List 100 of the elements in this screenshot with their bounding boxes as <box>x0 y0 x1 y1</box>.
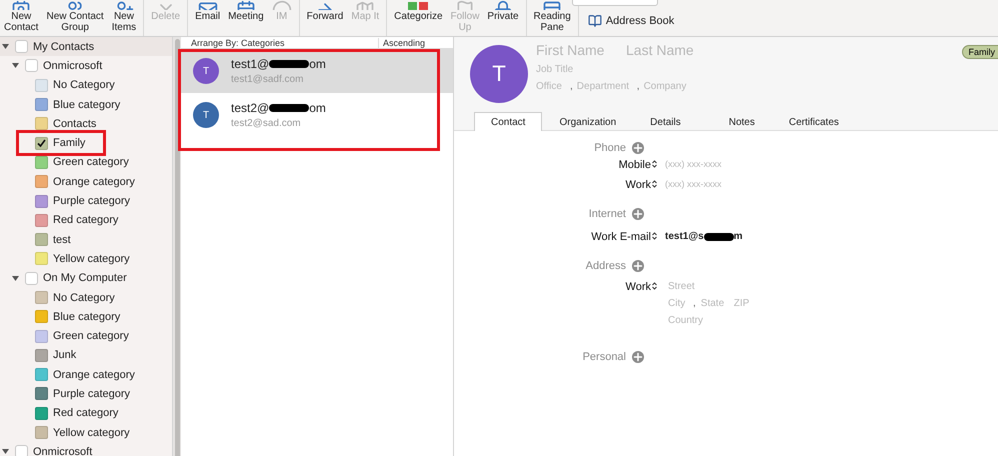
category-checkbox[interactable] <box>35 233 48 246</box>
section-title: Phone <box>594 142 627 154</box>
section-title: Internet <box>588 208 627 220</box>
zip-field[interactable]: ZIP <box>734 298 756 309</box>
category-label: Junk <box>53 349 76 362</box>
toolbar-button[interactable]: New Contact Group <box>42 0 108 36</box>
category-checkbox[interactable] <box>35 330 48 343</box>
add-icon[interactable] <box>632 260 644 272</box>
field-type-label[interactable]: Mobile <box>618 159 657 171</box>
phone-field[interactable]: (xxx) xxx-xxxx <box>665 159 755 169</box>
toolbar-button[interactable]: Private <box>483 0 523 36</box>
redaction-mark <box>269 104 310 112</box>
tab[interactable]: Details <box>633 112 698 131</box>
scrollbar-thumb[interactable] <box>174 39 180 456</box>
email-value: m <box>734 231 743 242</box>
toolbar-button[interactable]: Forward <box>302 0 348 36</box>
category-checkbox[interactable] <box>35 175 48 188</box>
avatar: T <box>470 45 528 103</box>
stepper-icon[interactable] <box>652 180 657 188</box>
tab[interactable]: Organization <box>542 112 634 131</box>
contact-name: om <box>309 101 326 115</box>
contact-email: test2@sad.com <box>231 118 302 129</box>
toolbar-button[interactable]: New Items <box>108 0 140 36</box>
department-field[interactable]: Department <box>576 81 633 92</box>
category-checkbox[interactable] <box>35 291 48 304</box>
last-name-field[interactable]: Last Name <box>626 42 726 58</box>
stepper-icon[interactable] <box>652 160 657 168</box>
toolbar-button[interactable]: Reading Pane <box>530 0 575 36</box>
section-title: Personal <box>582 351 627 363</box>
company-field[interactable]: Company <box>644 81 694 92</box>
tab[interactable]: Notes <box>712 112 772 131</box>
category-label: Contacts <box>53 118 96 130</box>
comma: , <box>693 298 696 309</box>
job-title-field[interactable]: Job Title <box>536 64 616 75</box>
city-field[interactable]: City <box>668 298 688 309</box>
toolbar-button[interactable]: New Contact <box>0 0 42 36</box>
disclosure-triangle-icon[interactable] <box>12 62 20 70</box>
field-type-label[interactable]: Work <box>626 281 657 293</box>
group-checkbox[interactable] <box>15 40 28 54</box>
category-label: test <box>53 234 71 246</box>
category-label: Orange category <box>53 176 135 188</box>
category-checkbox[interactable] <box>35 136 48 150</box>
add-icon[interactable] <box>632 351 644 363</box>
group-label: Onmicrosoft <box>43 60 102 72</box>
category-label: No Category <box>53 292 115 304</box>
contact-name: test1@ <box>231 57 270 71</box>
toolbar-button[interactable]: Categorize <box>390 0 447 36</box>
contact-name: om <box>309 57 326 71</box>
add-icon[interactable] <box>632 142 644 154</box>
group-checkbox[interactable] <box>25 59 38 72</box>
category-checkbox[interactable] <box>35 348 48 362</box>
street-field[interactable]: Street <box>668 281 748 292</box>
category-label: Blue category <box>53 98 120 111</box>
category-label: Blue category <box>53 310 120 323</box>
category-checkbox[interactable] <box>35 426 48 440</box>
add-icon[interactable] <box>632 208 644 220</box>
toolbar-button[interactable]: Meeting <box>224 0 268 36</box>
category-checkbox[interactable] <box>35 406 48 420</box>
category-label: Red category <box>53 214 118 226</box>
stepper-icon[interactable] <box>652 282 657 290</box>
address-book-button[interactable]: Address Book <box>588 14 674 28</box>
book-icon <box>588 14 602 28</box>
category-checkbox[interactable] <box>35 98 48 112</box>
category-label: Green category <box>53 330 129 342</box>
category-checkbox[interactable] <box>35 214 48 227</box>
sort-order-label[interactable]: Ascending <box>378 38 453 48</box>
field-type-label[interactable]: Work E-mail <box>591 231 657 243</box>
envelope-icon <box>198 0 218 10</box>
disclosure-triangle-icon[interactable] <box>2 448 10 456</box>
field-type-label[interactable]: Work <box>626 179 657 191</box>
phone-field[interactable]: (xxx) xxx-xxxx <box>665 179 755 189</box>
group-checkbox[interactable] <box>25 272 38 285</box>
arrange-by-label[interactable]: Arrange By: Categories <box>181 38 378 48</box>
comma: , <box>570 81 573 92</box>
tab[interactable]: Contact <box>474 112 542 131</box>
category-checkbox[interactable] <box>35 156 48 169</box>
first-name-field[interactable]: First Name <box>536 42 620 58</box>
category-checkbox[interactable] <box>35 310 48 324</box>
group-label: My Contacts <box>33 40 94 53</box>
category-checkbox[interactable] <box>35 194 48 208</box>
category-checkbox[interactable] <box>35 387 48 400</box>
office-field[interactable]: Office <box>536 81 566 92</box>
category-checkbox[interactable] <box>35 252 48 266</box>
category-label: Red category <box>53 407 118 420</box>
disclosure-triangle-icon[interactable] <box>12 274 20 282</box>
state-field[interactable]: State <box>700 298 729 309</box>
email-value: test1@s <box>665 231 704 242</box>
category-checkbox[interactable] <box>35 368 48 382</box>
category-label: Orange category <box>53 368 135 381</box>
country-field[interactable]: Country <box>668 315 718 326</box>
category-checkbox[interactable] <box>35 117 48 130</box>
group-checkbox[interactable] <box>15 445 28 456</box>
tab[interactable]: Certificates <box>772 112 856 131</box>
redaction-mark <box>704 232 734 240</box>
comma: , <box>636 81 640 92</box>
toolbar-button[interactable]: Email <box>191 0 224 36</box>
category-checkbox[interactable] <box>35 78 48 92</box>
disclosure-triangle-icon[interactable] <box>2 42 10 51</box>
contact-row[interactable]: T test1@ om test1@sadf.com <box>181 49 453 93</box>
stepper-icon[interactable] <box>652 232 657 240</box>
